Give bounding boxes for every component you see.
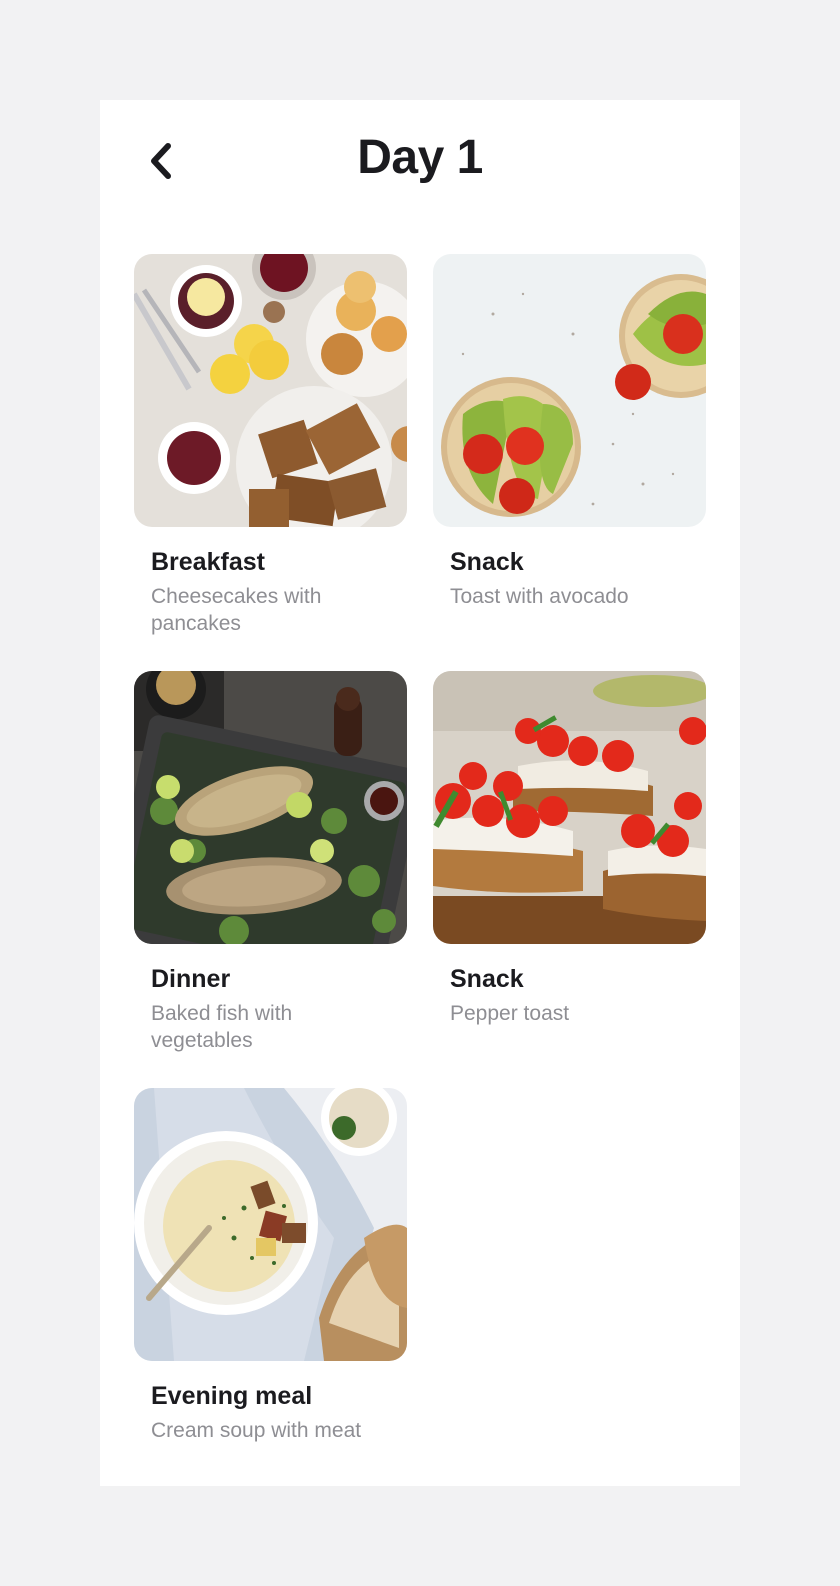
meal-name: Snack [450,965,524,993]
meal-card-breakfast[interactable]: Breakfast Cheesecakes with pancakes [134,254,407,637]
meal-description: Cream soup with meat [151,1419,362,1442]
breakfast-photo[interactable] [134,254,407,527]
meal-card-snack-avocado[interactable]: Snack Toast with avocado [433,254,706,610]
meal-card-dinner[interactable]: Dinner Baked fish with vegetables [134,671,407,1054]
pepper-toast-photo[interactable] [433,671,706,944]
meal-name: Breakfast [151,548,265,576]
meal-name: Dinner [151,965,231,993]
baked-fish-photo[interactable] [134,671,407,944]
meal-description: Toast with avocado [450,585,629,608]
day-plan-card: Day 1 Breakfast Cheesecakes with pancake… [100,100,740,1486]
meal-name: Evening meal [151,1382,313,1410]
avocado-toast-photo[interactable] [433,254,706,527]
meal-description: Pepper toast [450,1002,570,1025]
meal-description: Cheesecakes with pancakes [151,585,322,635]
meal-name: Snack [450,548,524,576]
meal-card-evening-meal[interactable]: Evening meal Cream soup with meat [134,1088,407,1444]
cream-soup-photo[interactable] [134,1088,407,1361]
meal-card-snack-pepper[interactable]: Snack Pepper toast [433,671,706,1027]
page-title: Day 1 [357,131,483,184]
meal-description: Baked fish with vegetables [151,1002,293,1052]
